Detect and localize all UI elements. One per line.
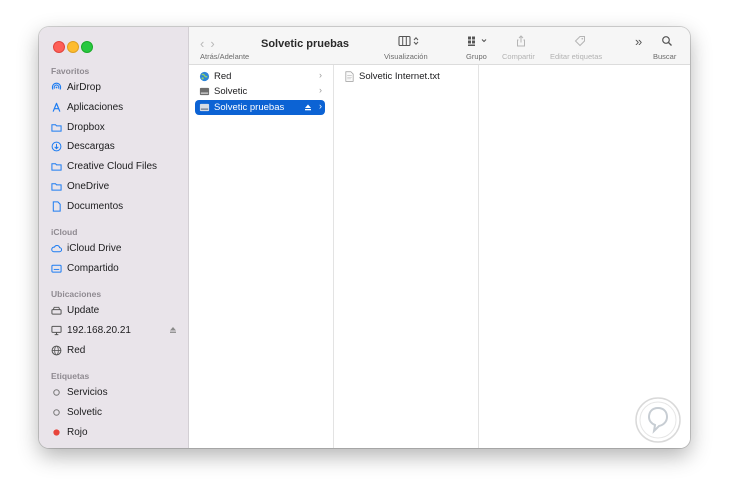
back-forward-buttons[interactable]: ‹› [200,36,221,51]
drive-icon [199,102,210,113]
sidebar: Favoritos AirDrop Aplicaciones Dropbox D… [39,27,189,448]
tag-empty-icon [51,407,62,418]
sidebar-section-title: Etiquetas [51,371,90,381]
sidebar-item-label: Creative Cloud Files [67,160,158,172]
sidebar-item-server[interactable]: 192.168.20.21 [51,322,181,338]
column-item-solvetic[interactable]: Solvetic › [195,84,325,99]
forward-icon[interactable]: › [210,36,220,51]
more-toolbar-icon[interactable]: » [635,34,642,49]
tag-icon [574,36,585,47]
columns-view-icon [398,35,419,47]
cloud-icon [51,243,62,254]
column-item-label: Solvetic Internet.txt [359,71,440,82]
sidebar-item-tag-rojo[interactable]: Rojo [51,424,181,440]
sidebar-item-label: Compartido [67,262,119,274]
browser-column-1: Red › Solvetic › Solvetic pruebas › [189,65,334,448]
sidebar-item-tag-servicios[interactable]: Servicios [51,384,181,400]
view-caption: Visualización [384,52,428,61]
search-button[interactable] [661,35,673,47]
sidebar-section-title: Favoritos [51,66,90,76]
sidebar-section-title: iCloud [51,227,78,237]
sidebar-item-label: 192.168.20.21 [67,324,131,336]
airdrop-icon [51,82,62,93]
sidebar-item-label: Documentos [67,200,124,212]
sidebar-item-update[interactable]: Update [51,302,181,318]
sidebar-item-label: Solvetic [67,406,103,418]
column-item-solvetic-pruebas[interactable]: Solvetic pruebas › [195,100,325,115]
column-item-file[interactable]: Solvetic Internet.txt [340,69,470,84]
grid-group-icon [468,36,487,46]
sidebar-item-onedrive[interactable]: OneDrive [51,178,181,194]
column-item-label: Solvetic [214,86,248,97]
tag-empty-icon [51,387,62,398]
drive-icon [199,86,210,97]
sidebar-item-airdrop[interactable]: AirDrop [51,79,181,95]
sidebar-item-label: Red [67,344,86,356]
sidebar-section-title: Ubicaciones [51,289,102,299]
folder-icon [51,161,62,172]
sidebar-item-label: Update [67,304,100,316]
browser-column-3 [479,65,690,448]
group-caption: Grupo [466,52,487,61]
column-item-label: Solvetic pruebas [214,102,285,113]
site-logo-icon [635,397,681,443]
folder-icon [51,181,62,192]
share-icon [517,35,525,47]
column-item-red[interactable]: Red › [195,69,325,84]
document-icon [51,200,62,212]
sidebar-item-compartido[interactable]: Compartido [51,260,181,276]
sidebar-item-creative-cloud[interactable]: Creative Cloud Files [51,158,181,174]
folder-icon [51,122,62,133]
tags-caption: Editar etiquetas [550,52,603,61]
search-icon [662,36,672,46]
sidebar-item-descargas[interactable]: Descargas [51,138,181,154]
edit-tags-button[interactable] [574,35,586,47]
minimize-window-button[interactable] [67,41,79,53]
sidebar-item-red[interactable]: Red [51,342,181,358]
download-icon [51,141,62,152]
share-caption: Compartir [502,52,535,61]
sidebar-item-aplicaciones[interactable]: Aplicaciones [51,99,181,115]
computer-icon [51,325,62,336]
drive-icon [51,305,62,316]
sidebar-item-label: AirDrop [67,81,101,93]
group-button[interactable] [467,35,489,47]
chevron-right-icon: › [319,101,322,111]
tag-red-icon [51,427,62,438]
sidebar-item-tag-solvetic[interactable]: Solvetic [51,404,181,420]
sidebar-item-label: Dropbox [67,121,105,133]
sidebar-item-label: Aplicaciones [67,101,124,113]
back-icon[interactable]: ‹ [200,36,210,51]
network-globe-icon [199,71,210,82]
view-columns-button[interactable] [398,35,422,47]
sidebar-item-dropbox[interactable]: Dropbox [51,119,181,135]
chevron-right-icon: › [319,85,322,95]
eject-icon[interactable] [169,326,177,334]
maximize-window-button[interactable] [81,41,93,53]
toolbar: ‹› Atrás/Adelante Solvetic pruebas Visua… [189,27,690,65]
sidebar-item-label: Rojo [67,426,88,438]
eject-icon[interactable] [304,104,312,111]
sidebar-item-label: Descargas [67,140,115,152]
browser-column-2: Solvetic Internet.txt [334,65,479,448]
sidebar-item-label: Servicios [67,386,108,398]
window-title: Solvetic pruebas [261,38,350,50]
sidebar-item-icloud-drive[interactable]: iCloud Drive [51,240,181,256]
sidebar-item-documentos[interactable]: Documentos [51,198,181,214]
chevron-right-icon: › [319,70,322,80]
finder-window: Favoritos AirDrop Aplicaciones Dropbox D… [39,27,690,448]
shared-folder-icon [51,263,62,274]
globe-icon [51,345,62,356]
search-caption: Buscar [653,52,677,61]
close-window-button[interactable] [53,41,65,53]
column-item-label: Red [214,71,232,82]
sidebar-item-label: OneDrive [67,180,110,192]
nav-caption: Atrás/Adelante [200,52,250,61]
share-button[interactable] [515,35,527,47]
text-file-icon [344,71,355,82]
applications-icon [51,102,62,113]
sidebar-item-label: iCloud Drive [67,242,122,254]
